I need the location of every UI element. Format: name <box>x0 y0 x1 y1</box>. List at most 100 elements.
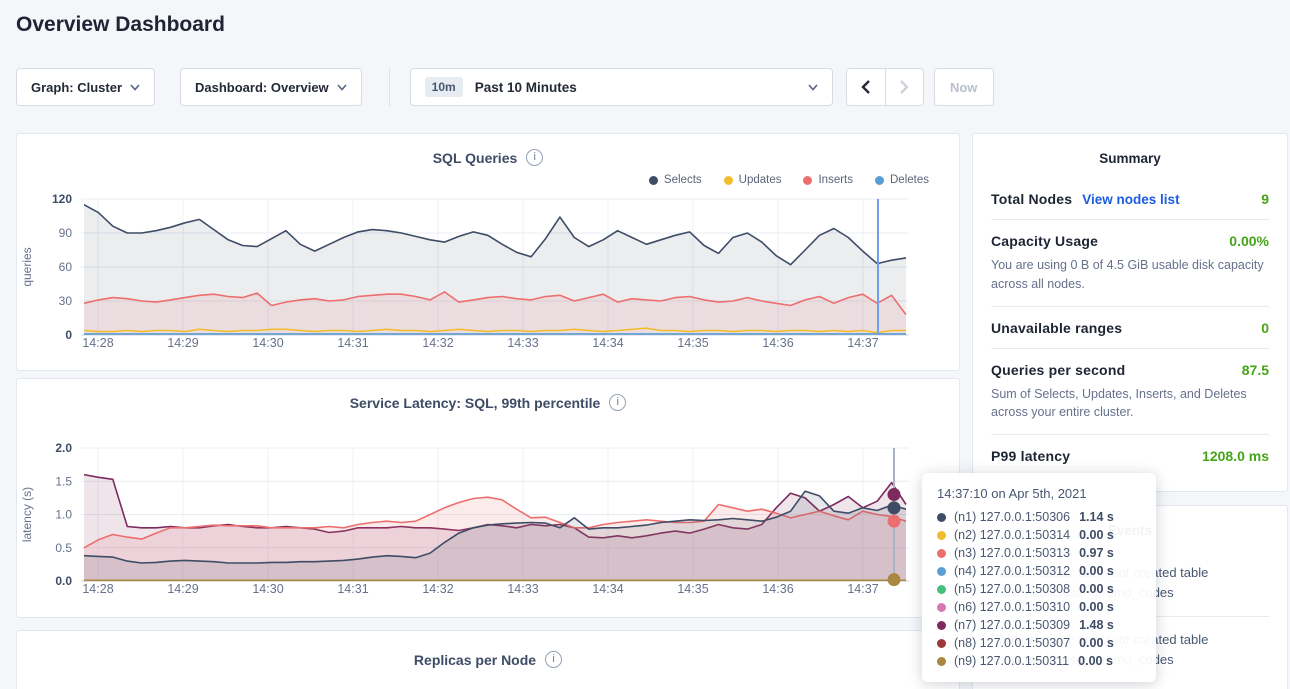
y-axis-tick: 0.0 <box>55 574 72 588</box>
chevron-down-icon <box>130 84 140 91</box>
legend-label: Updates <box>739 174 782 186</box>
graph-dropdown[interactable]: Graph: Cluster <box>16 68 155 106</box>
info-icon[interactable]: i <box>545 651 562 668</box>
summary-panel: Summary Total NodesView nodes list9 Capac… <box>972 133 1288 492</box>
tooltip-node-row: (n5) 127.0.0.1:503080.00 s <box>937 580 1141 598</box>
chevron-left-icon <box>860 79 871 95</box>
service-latency-chart[interactable]: 14:2814:2914:3014:3114:3214:3314:3414:35… <box>17 431 947 611</box>
tooltip-node-label: (n7) 127.0.0.1:50309 <box>954 618 1070 632</box>
toolbar: Graph: Cluster Dashboard: Overview 10m P… <box>16 68 994 106</box>
time-forward-button[interactable] <box>885 69 923 105</box>
y-axis-tick: 0 <box>65 328 72 342</box>
node-color-dot <box>937 621 946 630</box>
tooltip-node-value: 0.00 s <box>1079 636 1114 650</box>
tooltip-node-label: (n4) 127.0.0.1:50312 <box>954 564 1070 578</box>
replicas-per-node-title: Replicas per Node <box>414 652 536 668</box>
x-axis-tick: 14:29 <box>167 336 198 350</box>
time-range-label: Past 10 Minutes <box>475 80 577 95</box>
info-icon[interactable]: i <box>526 149 543 166</box>
tooltip-timestamp: 14:37:10 on Apr 5th, 2021 <box>937 486 1141 501</box>
page-title: Overview Dashboard <box>16 13 225 37</box>
x-axis-tick: 14:31 <box>337 582 368 596</box>
x-axis-tick: 14:34 <box>592 336 623 350</box>
x-axis-tick: 14:30 <box>252 336 283 350</box>
y-axis-tick: 0.5 <box>55 541 72 555</box>
time-back-button[interactable] <box>847 69 885 105</box>
tooltip-node-value: 1.14 s <box>1079 510 1114 524</box>
y-axis-label: queries <box>20 247 34 286</box>
tooltip-node-row: (n1) 127.0.0.1:50306 1.14 s <box>937 508 1141 526</box>
legend-item-selects[interactable]: Selects <box>649 174 702 186</box>
node-color-dot <box>937 603 946 612</box>
replicas-per-node-panel: Replicas per Node i <box>16 630 960 689</box>
y-axis-tick: 2.0 <box>55 441 72 455</box>
summary-item: Capacity Usage0.00%You are using 0 B of … <box>991 219 1269 306</box>
dashboard-dropdown[interactable]: Dashboard: Overview <box>180 68 362 106</box>
legend-label: Deletes <box>890 174 929 186</box>
x-axis-tick: 14:33 <box>507 336 538 350</box>
x-axis-tick: 14:33 <box>507 582 538 596</box>
x-axis-tick: 14:36 <box>762 582 793 596</box>
summary-item-label: P99 latency <box>991 448 1070 464</box>
tooltip-node-label: (n3) 127.0.0.1:50313 <box>954 546 1070 560</box>
legend-label: Inserts <box>818 174 853 186</box>
tooltip-node-value: 0.97 s <box>1079 546 1114 560</box>
x-axis-tick: 14:37 <box>847 336 878 350</box>
info-icon[interactable]: i <box>609 394 626 411</box>
y-axis-tick: 1.0 <box>55 508 72 522</box>
summary-item-value: 0.00% <box>1229 233 1269 249</box>
tooltip-node-label: (n8) 127.0.0.1:50307 <box>954 636 1070 650</box>
tooltip-node-value: 0.00 s <box>1079 564 1114 578</box>
summary-item-value: 87.5 <box>1242 362 1269 378</box>
x-axis-tick: 14:35 <box>677 336 708 350</box>
summary-item-description: Sum of Selects, Updates, Inserts, and De… <box>991 385 1269 423</box>
x-axis-tick: 14:31 <box>337 336 368 350</box>
tooltip-node-label: (n6) 127.0.0.1:50310 <box>954 600 1070 614</box>
x-axis-tick: 14:34 <box>592 582 623 596</box>
x-axis-tick: 14:37 <box>847 582 878 596</box>
tooltip-node-row: (n6) 127.0.0.1:503100.00 s <box>937 598 1141 616</box>
summary-item-label: Queries per second <box>991 362 1125 378</box>
time-range-badge: 10m <box>425 77 463 97</box>
summary-item-value: 1208.0 ms <box>1202 448 1269 464</box>
graph-dropdown-label: Graph: Cluster <box>31 80 122 95</box>
tooltip-node-value: 0.00 s <box>1079 582 1114 596</box>
summary-item: Unavailable ranges0 <box>991 306 1269 348</box>
legend-item-deletes[interactable]: Deletes <box>875 174 929 186</box>
chevron-down-icon <box>337 84 347 91</box>
node-color-dot <box>937 531 946 540</box>
summary-title: Summary <box>991 151 1269 166</box>
tooltip-node-row: (n8) 127.0.0.1:50307 0.00 s <box>937 634 1141 652</box>
x-axis-tick: 14:30 <box>252 582 283 596</box>
service-latency-panel: Service Latency: SQL, 99th percentile i … <box>16 378 960 618</box>
tooltip-node-value: 1.48 s <box>1079 618 1114 632</box>
sql-queries-title: SQL Queries <box>433 150 518 166</box>
y-axis-tick: 90 <box>59 226 73 240</box>
time-range-dropdown[interactable]: 10m Past 10 Minutes <box>410 68 833 106</box>
summary-item: Queries per second 87.5 Sum of Selects, Up… <box>991 348 1269 435</box>
sql-queries-legend: Selects Updates Inserts Deletes <box>649 174 929 186</box>
node-color-dot <box>937 549 946 558</box>
node-color-dot <box>937 567 946 576</box>
summary-item: Total NodesView nodes list9 <box>991 178 1269 219</box>
tooltip-node-row: (n7) 127.0.0.1:50309 1.48 s <box>937 616 1141 634</box>
sql-queries-panel: SQL Queries i Selects Updates Inserts Delet… <box>16 133 960 371</box>
dashboard-dropdown-label: Dashboard: Overview <box>195 80 329 95</box>
x-axis-tick: 14:35 <box>677 582 708 596</box>
y-axis-tick: 60 <box>59 260 73 274</box>
legend-item-updates[interactable]: Updates <box>724 174 782 186</box>
view-nodes-list-link[interactable]: View nodes list <box>1082 192 1179 207</box>
sql-queries-chart[interactable]: 14:2814:2914:3014:3114:3214:3314:3414:35… <box>17 186 947 366</box>
tooltip-node-value: 0.00 s <box>1078 654 1113 668</box>
legend-item-inserts[interactable]: Inserts <box>803 174 853 186</box>
x-axis-tick: 14:36 <box>762 336 793 350</box>
now-button[interactable]: Now <box>934 68 994 106</box>
time-nav-buttons <box>846 68 924 106</box>
x-axis-tick: 14:32 <box>422 336 453 350</box>
summary-item-label: Capacity Usage <box>991 233 1098 249</box>
tooltip-node-label: (n1) 127.0.0.1:50306 <box>954 510 1070 524</box>
legend-dot <box>724 176 733 185</box>
service-latency-title: Service Latency: SQL, 99th percentile <box>350 395 601 411</box>
tooltip-node-row: (n9) 127.0.0.1:503110.00 s <box>937 652 1141 670</box>
y-axis-tick: 120 <box>52 192 72 206</box>
